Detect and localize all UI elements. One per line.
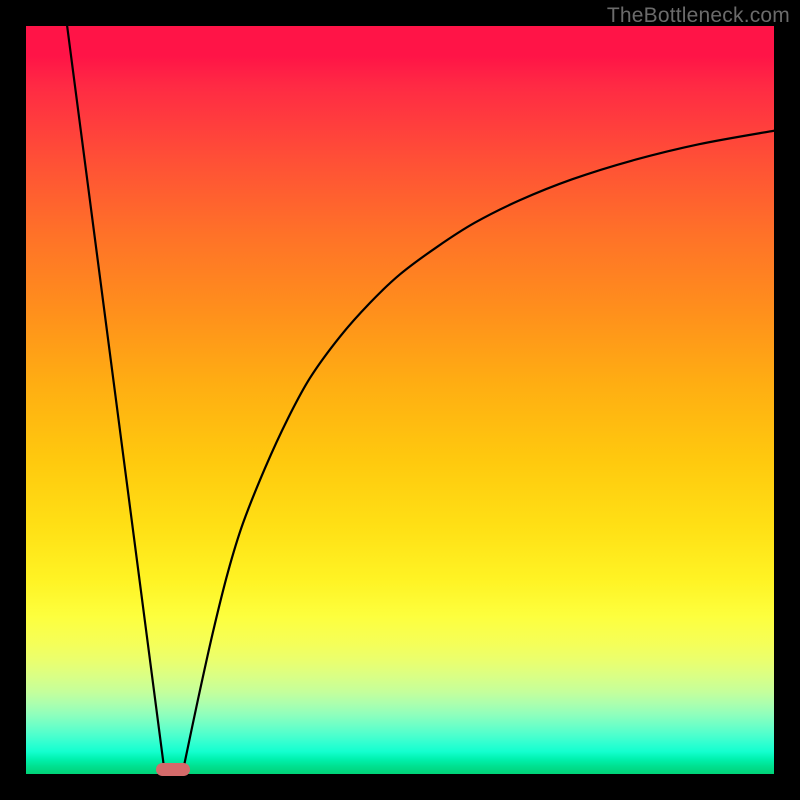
attribution-text: TheBottleneck.com <box>607 4 790 28</box>
chart-frame: TheBottleneck.com <box>0 0 800 800</box>
optimal-point-marker <box>156 763 190 776</box>
bottleneck-curve <box>26 26 774 774</box>
plot-area <box>26 26 774 774</box>
